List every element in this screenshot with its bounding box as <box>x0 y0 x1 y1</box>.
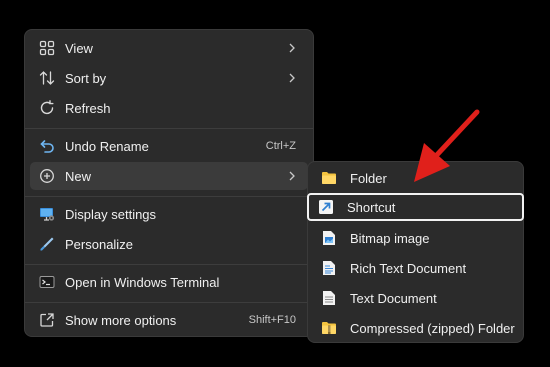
menu-item-new[interactable]: New <box>30 162 308 190</box>
menu-item-open-terminal[interactable]: Open in Windows Terminal <box>30 268 308 296</box>
submenu-item-label: Shortcut <box>347 199 396 215</box>
menu-item-show-more-options[interactable]: Show more options Shift+F10 <box>30 306 308 334</box>
zipped-folder-icon <box>320 319 338 337</box>
menu-item-label: View <box>65 40 93 56</box>
menu-divider <box>25 128 313 129</box>
menu-item-label: Sort by <box>65 70 107 86</box>
menu-item-label: New <box>65 168 92 184</box>
submenu-item-label: Compressed (zipped) Folder <box>350 320 515 336</box>
shortcut-arrow-icon <box>317 198 335 216</box>
chevron-right-icon <box>288 73 296 83</box>
refresh-icon <box>38 99 56 117</box>
submenu-item-rich-text-document[interactable]: Rich Text Document <box>312 254 519 282</box>
menu-divider <box>25 302 313 303</box>
undo-icon <box>38 137 56 155</box>
submenu-item-label: Folder <box>350 170 387 186</box>
menu-item-label: Personalize <box>65 236 133 252</box>
menu-item-label: Show more options <box>65 312 177 328</box>
keyboard-shortcut: Ctrl+Z <box>265 140 296 152</box>
chevron-right-icon <box>288 171 296 181</box>
menu-divider <box>25 264 313 265</box>
menu-item-sort-by[interactable]: Sort by <box>30 64 308 92</box>
chevron-right-icon <box>288 43 296 53</box>
bitmap-file-icon <box>320 229 338 247</box>
menu-item-personalize[interactable]: Personalize <box>30 230 308 258</box>
menu-item-refresh[interactable]: Refresh <box>30 94 308 122</box>
folder-icon <box>320 169 338 187</box>
submenu-item-label: Rich Text Document <box>350 260 467 276</box>
rich-text-file-icon <box>320 259 338 277</box>
desktop-context-menu: View Sort by Refresh Undo Rename Ctrl+Z … <box>24 29 314 337</box>
open-external-icon <box>38 311 56 329</box>
menu-item-label: Display settings <box>65 206 157 222</box>
menu-item-view[interactable]: View <box>30 34 308 62</box>
submenu-item-text-document[interactable]: Text Document <box>312 284 519 312</box>
submenu-item-bitmap-image[interactable]: Bitmap image <box>312 224 519 252</box>
terminal-icon <box>38 273 56 291</box>
text-file-icon <box>320 289 338 307</box>
menu-item-display-settings[interactable]: Display settings <box>30 200 308 228</box>
menu-item-label: Undo Rename <box>65 138 149 154</box>
menu-divider <box>25 196 313 197</box>
menu-item-undo-rename[interactable]: Undo Rename Ctrl+Z <box>30 132 308 160</box>
submenu-item-label: Bitmap image <box>350 230 430 246</box>
menu-item-label: Open in Windows Terminal <box>65 274 220 290</box>
keyboard-shortcut: Shift+F10 <box>248 314 296 326</box>
new-submenu: Folder Shortcut Bitmap image Rich Text D… <box>307 161 524 343</box>
annotation-arrow-icon <box>414 109 480 182</box>
submenu-item-label: Text Document <box>350 290 437 306</box>
pen-brush-icon <box>38 235 56 253</box>
grid-view-icon <box>38 39 56 57</box>
display-settings-icon <box>38 205 56 223</box>
submenu-item-compressed-folder[interactable]: Compressed (zipped) Folder <box>312 314 519 342</box>
sort-arrows-icon <box>38 69 56 87</box>
add-circle-icon <box>38 167 56 185</box>
submenu-item-shortcut[interactable]: Shortcut <box>307 193 524 221</box>
menu-item-label: Refresh <box>65 100 111 116</box>
